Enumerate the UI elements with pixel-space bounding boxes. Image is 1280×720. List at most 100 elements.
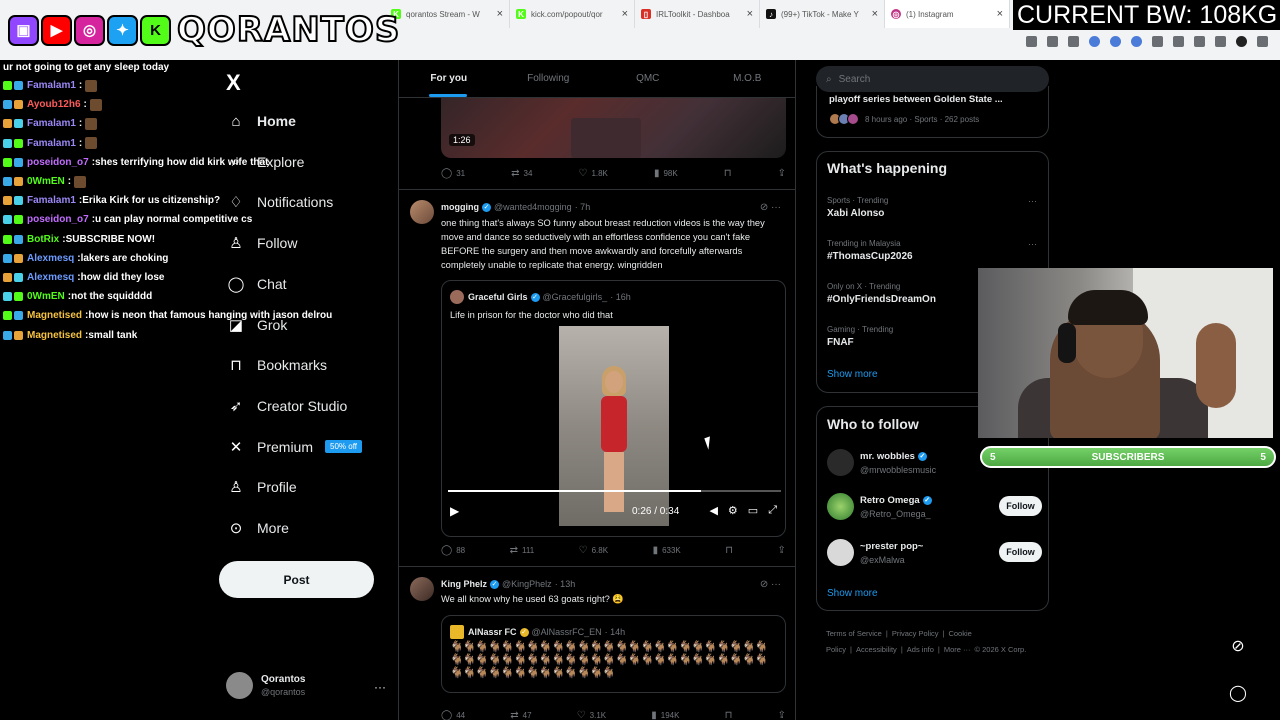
- pip-icon[interactable]: ▭: [748, 504, 758, 517]
- video-progress-bar[interactable]: [448, 490, 781, 492]
- tab-mob[interactable]: M.O.B: [698, 60, 796, 97]
- account-switcher[interactable]: Qorantos @qorantos ···: [226, 672, 386, 699]
- puzzle-icon[interactable]: [1152, 36, 1163, 47]
- sidebar-item-chat[interactable]: ◯ Chat: [228, 264, 287, 304]
- sidebar-item-home[interactable]: ⌂ Home: [228, 101, 295, 141]
- post-time[interactable]: · 7h: [575, 202, 591, 212]
- trend-item[interactable]: Sports · Trending Xabi Alonso ···: [827, 196, 1037, 219]
- extension-icon[interactable]: [1110, 36, 1121, 47]
- browser-tab-instagram[interactable]: ◎ (1) Instagram ×: [885, 0, 1010, 28]
- trend-item[interactable]: Trending in Malaysia #ThomasCup2026 ···: [827, 239, 1037, 262]
- cast-icon[interactable]: [1047, 36, 1058, 47]
- chat-username[interactable]: Magnetised: [27, 330, 82, 341]
- browser-tab-kick-popout[interactable]: K kick.com/popout/qor ×: [510, 0, 635, 28]
- repost-button[interactable]: ⇄ 47: [510, 710, 531, 720]
- browser-tab-kick-stream[interactable]: K qorantos Stream - W ×: [385, 0, 510, 28]
- like-button[interactable]: ♡ 3.1K: [577, 710, 606, 720]
- bookmark-button[interactable]: ⊓: [725, 710, 733, 720]
- repost-button[interactable]: ⇄ 111: [510, 545, 535, 556]
- chat-username[interactable]: Ayoub12h6: [27, 99, 81, 110]
- footer-link[interactable]: More ···: [944, 645, 971, 654]
- chat-username[interactable]: Famalam1: [27, 138, 76, 149]
- avatar[interactable]: [410, 577, 434, 601]
- x-logo-icon[interactable]: X: [226, 70, 241, 96]
- tab-qmc[interactable]: QMC: [598, 60, 698, 97]
- like-button[interactable]: ♡ 6.8K: [579, 545, 608, 556]
- sidebar-item-bookmarks[interactable]: ⊓ Bookmarks: [228, 345, 327, 385]
- fullscreen-icon[interactable]: ⤢: [768, 504, 777, 517]
- browser-tab-tiktok[interactable]: ♪ (99+) TikTok - Make Y ×: [760, 0, 885, 28]
- play-icon[interactable]: ▶: [450, 504, 459, 518]
- grok-icon[interactable]: ⊘: [1222, 630, 1254, 662]
- share-button[interactable]: ⇪: [778, 545, 786, 556]
- close-icon[interactable]: ×: [497, 8, 503, 20]
- avatar[interactable]: [410, 200, 434, 224]
- sidebar-item-explore[interactable]: ⌕ Explore: [228, 142, 305, 182]
- screenshot-icon[interactable]: [1026, 36, 1037, 47]
- share-button[interactable]: ⇪: [778, 168, 786, 179]
- chat-username[interactable]: Famalam1: [27, 80, 76, 91]
- more-icon[interactable]: ···: [1028, 196, 1037, 206]
- views-button[interactable]: ▮ 98K: [654, 168, 678, 179]
- show-more-link[interactable]: Show more: [827, 588, 878, 599]
- close-icon[interactable]: ×: [872, 8, 878, 20]
- messages-icon[interactable]: ◯: [1222, 677, 1254, 709]
- bookmark-button[interactable]: ⊓: [725, 545, 733, 556]
- quoted-post[interactable]: AlNassr FC ✓ @AlNassrFC_EN · 14h 🐐🐐🐐🐐🐐🐐🐐…: [441, 615, 786, 693]
- follow-suggestion[interactable]: ~prester pop~ @exMalwa Follow: [827, 539, 1042, 571]
- settings-icon[interactable]: ⚙: [728, 504, 738, 517]
- volume-icon[interactable]: ◀: [709, 504, 717, 517]
- footer-link[interactable]: Terms of Service: [826, 629, 882, 638]
- menu-icon[interactable]: [1257, 36, 1268, 47]
- close-icon[interactable]: ×: [747, 8, 753, 20]
- more-icon[interactable]: ⊘ ···: [760, 579, 781, 590]
- handle[interactable]: @KingPhelz: [502, 579, 552, 589]
- search-input[interactable]: ⌕ Search: [816, 66, 1049, 92]
- chat-username[interactable]: Alexmesq: [27, 253, 74, 264]
- sidebar-item-follow[interactable]: ♙ Follow: [228, 223, 297, 263]
- repost-button[interactable]: ⇄ 34: [511, 168, 532, 179]
- views-button[interactable]: ▮ 633K: [653, 545, 681, 556]
- footer-link[interactable]: Ads info: [907, 645, 934, 654]
- media-icon[interactable]: [1215, 36, 1226, 47]
- reply-button[interactable]: ◯ 44: [441, 710, 465, 720]
- more-icon[interactable]: ⊘ ···: [760, 202, 781, 213]
- chat-username[interactable]: Alexmesq: [27, 272, 74, 283]
- sidebar-item-notifications[interactable]: ♢ Notifications: [228, 182, 333, 222]
- post[interactable]: mogging ✓ @wanted4mogging · 7h ⊘ ··· one…: [399, 190, 795, 567]
- post[interactable]: King Phelz ✓ @KingPhelz · 13h ⊘ ··· We a…: [399, 567, 795, 720]
- more-icon[interactable]: ···: [374, 680, 386, 694]
- chat-username[interactable]: BotRix: [27, 234, 59, 245]
- profile-avatar-icon[interactable]: [1236, 36, 1247, 47]
- chat-username[interactable]: 0WmEN: [27, 176, 65, 187]
- close-icon[interactable]: ×: [997, 8, 1003, 20]
- sidebar-item-creator-studio[interactable]: ➶ Creator Studio: [228, 386, 348, 426]
- reply-button[interactable]: ◯ 88: [441, 545, 465, 556]
- extension-icon[interactable]: [1089, 36, 1100, 47]
- share-button[interactable]: ⇪: [778, 710, 786, 720]
- sidebar-item-premium[interactable]: ✕ Premium 50% off: [228, 427, 362, 467]
- sidebar-item-more[interactable]: ⊙ More: [228, 508, 289, 548]
- chat-username[interactable]: poseidon_o7: [27, 157, 89, 168]
- display-name[interactable]: mogging: [441, 202, 479, 212]
- follow-button[interactable]: Follow: [999, 542, 1042, 562]
- chat-username[interactable]: 0WmEN: [27, 291, 65, 302]
- extension-icon[interactable]: [1131, 36, 1142, 47]
- video-player[interactable]: ▶ 0:26 / 0:34 ◀ ⚙ ▭ ⤢: [442, 326, 785, 526]
- star-icon[interactable]: [1068, 36, 1079, 47]
- tab-for-you[interactable]: For you: [399, 60, 499, 97]
- sidebar-item-grok[interactable]: ◪ Grok: [228, 305, 287, 345]
- follow-button[interactable]: Follow: [999, 496, 1042, 516]
- follow-suggestion[interactable]: Retro Omega ✓ @Retro_Omega_ Follow: [827, 493, 1042, 525]
- views-button[interactable]: ▮ 194K: [651, 710, 679, 720]
- handle[interactable]: @wanted4mogging: [494, 202, 572, 212]
- chat-username[interactable]: Famalam1: [27, 195, 76, 206]
- close-icon[interactable]: ×: [622, 8, 628, 20]
- like-button[interactable]: ♡ 1.8K: [578, 168, 607, 179]
- footer-link[interactable]: © 2026 X Corp.: [975, 645, 1027, 654]
- show-more-link[interactable]: Show more: [827, 369, 878, 380]
- quoted-post[interactable]: Graceful Girls ✓ @Gracefulgirls_ · 16h L…: [441, 280, 786, 537]
- reply-button[interactable]: ◯ 31: [441, 168, 465, 179]
- footer-link[interactable]: Accessibility: [856, 645, 897, 654]
- post-time[interactable]: · 13h: [555, 579, 576, 589]
